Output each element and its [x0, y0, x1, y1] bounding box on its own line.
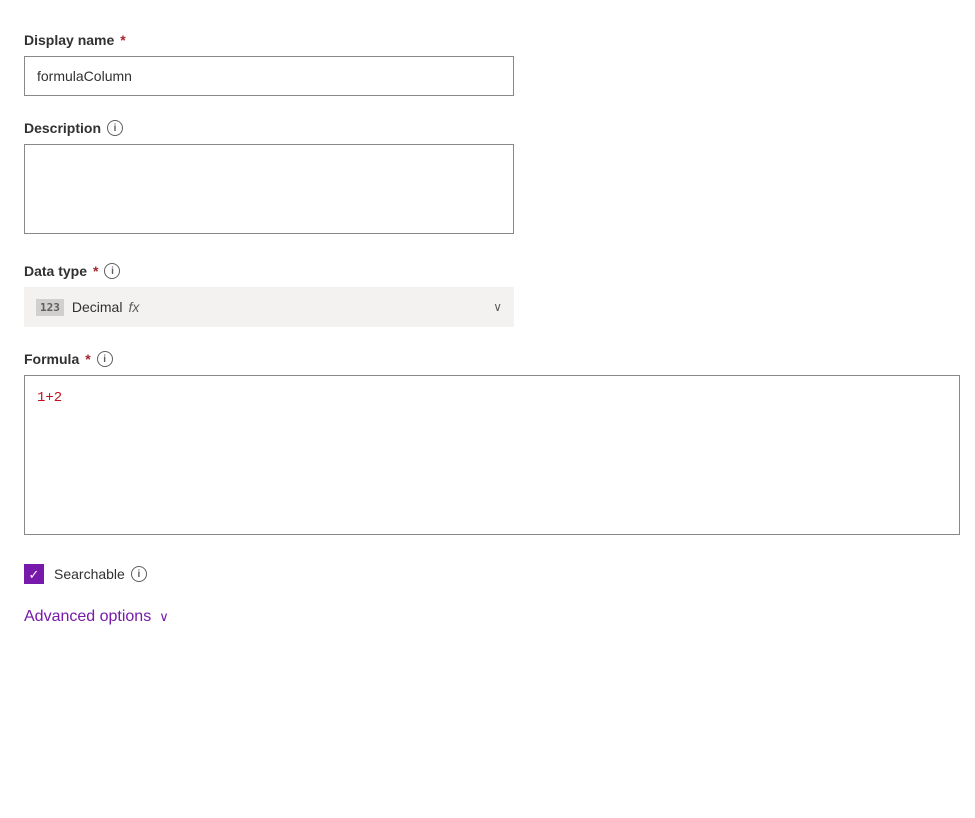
fx-icon: fx [128, 299, 139, 315]
data-type-chevron: ∨ [493, 300, 502, 314]
advanced-options-row[interactable]: Advanced options ∨ [24, 608, 951, 626]
display-name-label: Display name * [24, 32, 951, 48]
advanced-options-label: Advanced options [24, 608, 151, 626]
description-group: Description i [24, 120, 951, 239]
description-label: Description i [24, 120, 951, 136]
description-label-text: Description [24, 120, 101, 136]
display-name-label-text: Display name [24, 32, 114, 48]
data-type-dropdown[interactable]: 123 Decimal fx ∨ [24, 287, 514, 327]
data-type-required: * [93, 263, 98, 279]
searchable-checkbox[interactable]: ✓ [24, 564, 44, 584]
formula-group: Formula * i 1+2 [24, 351, 951, 540]
formula-box-wrapper: 1+2 [24, 375, 960, 540]
display-name-input[interactable] [24, 56, 514, 96]
data-type-selected-label: Decimal fx [72, 299, 493, 315]
formula-info-icon[interactable]: i [97, 351, 113, 367]
description-input[interactable] [24, 144, 514, 234]
searchable-row: ✓ Searchable i [24, 564, 951, 584]
searchable-info-icon[interactable]: i [131, 566, 147, 582]
description-info-icon[interactable]: i [107, 120, 123, 136]
data-type-icon: 123 [36, 299, 64, 316]
searchable-label: Searchable i [54, 566, 147, 582]
formula-input[interactable]: 1+2 [24, 375, 960, 535]
data-type-label: Data type * i [24, 263, 951, 279]
data-type-info-icon[interactable]: i [104, 263, 120, 279]
checkbox-checkmark: ✓ [29, 568, 40, 581]
formula-required: * [85, 351, 90, 367]
formula-label-text: Formula [24, 351, 79, 367]
data-type-label-text: Data type [24, 263, 87, 279]
form-container: Display name * Description i Data type *… [24, 32, 951, 626]
display-name-required: * [120, 32, 125, 48]
data-type-group: Data type * i 123 Decimal fx ∨ [24, 263, 951, 327]
display-name-group: Display name * [24, 32, 951, 96]
formula-label: Formula * i [24, 351, 951, 367]
advanced-options-chevron: ∨ [159, 609, 169, 625]
